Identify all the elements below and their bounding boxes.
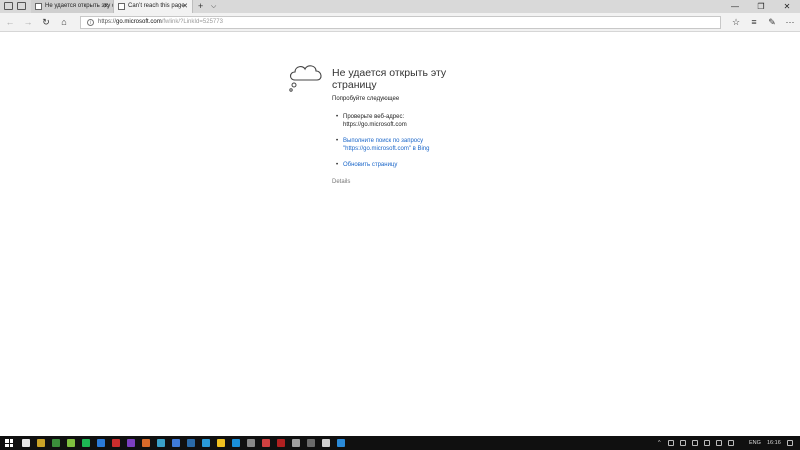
search-link-line-2: "https://go.microsoft.com" в Bing	[343, 146, 430, 152]
taskbar-app-icon[interactable]	[157, 439, 165, 447]
tab-preview-chevron-icon[interactable]: ⌵	[211, 0, 216, 13]
tabs-aside-icon[interactable]	[17, 2, 26, 10]
list-item: Проверьте веб-адрес: https://go.microsof…	[336, 113, 466, 129]
taskbar-app-icon[interactable]	[142, 439, 150, 447]
tray-app-icon[interactable]	[692, 440, 698, 446]
error-subtitle: Попробуйте следующее	[332, 96, 400, 102]
web-note-icon[interactable]: ✎	[763, 13, 781, 32]
notification-icon[interactable]	[728, 440, 734, 446]
language-indicator[interactable]: ENG	[749, 436, 761, 450]
address-bar[interactable]: i https://go.microsoft.com/fwlink/?LinkI…	[80, 16, 721, 29]
more-actions-icon[interactable]: ···	[781, 13, 799, 32]
clock[interactable]: 16:16	[767, 436, 781, 450]
tray-app-icon[interactable]	[680, 440, 686, 446]
page-favicon-icon	[35, 3, 42, 10]
refresh-page-link[interactable]: Обновить страницу	[343, 162, 397, 168]
maximize-button[interactable]: ❐	[748, 0, 774, 13]
taskbar-app-icon[interactable]	[67, 439, 75, 447]
taskbar-app-icon[interactable]	[307, 439, 315, 447]
minimize-button[interactable]: —	[722, 0, 748, 13]
url-scheme: https://	[98, 19, 117, 25]
taskbar-app-icon[interactable]	[232, 439, 240, 447]
tab-strip: Не удается открыть эту стр ✕ Can’t reach…	[0, 0, 800, 13]
taskbar-app-icon[interactable]	[322, 439, 330, 447]
taskbar-app-icon[interactable]	[52, 439, 60, 447]
list-item: Обновить страницу	[336, 161, 466, 169]
windows-start-icon[interactable]	[5, 439, 13, 447]
tab-inactive[interactable]: Не удается открыть эту стр ✕	[31, 0, 114, 13]
list-item: Выполните поиск по запросу "https://go.mi…	[336, 137, 466, 153]
back-button[interactable]: ←	[1, 13, 19, 32]
site-info-icon[interactable]: i	[87, 19, 94, 26]
check-address-label: Проверьте веб-адрес:	[343, 114, 405, 120]
network-icon[interactable]	[704, 440, 710, 446]
taskbar-app-icon[interactable]	[127, 439, 135, 447]
search-bing-link[interactable]: Выполните поиск по запросу "https://go.mi…	[343, 138, 429, 152]
taskbar-app-icon[interactable]	[292, 439, 300, 447]
home-button[interactable]: ⌂	[55, 13, 73, 32]
tab-title: Can’t reach this page	[128, 3, 185, 9]
search-link-line-1: Выполните поиск по запросу	[343, 138, 424, 144]
new-tab-button[interactable]: +	[198, 0, 203, 13]
navigation-bar: ← → ↻ ⌂ i https://go.microsoft.com/fwlin…	[0, 13, 800, 32]
favorites-star-icon[interactable]: ☆	[727, 13, 745, 32]
taskbar-app-icon[interactable]	[262, 439, 270, 447]
taskbar-app-icon[interactable]	[97, 439, 105, 447]
taskbar-app-icon[interactable]	[112, 439, 120, 447]
action-center-icon[interactable]	[787, 440, 793, 446]
tab-active[interactable]: Can’t reach this page ✕	[114, 0, 193, 13]
forward-button[interactable]: →	[19, 13, 37, 32]
details-toggle[interactable]: Details	[332, 179, 350, 185]
tab-close-icon[interactable]: ✕	[182, 0, 188, 13]
taskbar-app-icon[interactable]	[82, 439, 90, 447]
volume-icon[interactable]	[716, 440, 722, 446]
taskbar-app-icon[interactable]	[37, 439, 45, 447]
taskbar-app-icon[interactable]	[277, 439, 285, 447]
taskbar-app-icon[interactable]	[22, 439, 30, 447]
taskbar-app-icon[interactable]	[187, 439, 195, 447]
suggestion-list: Проверьте веб-адрес: https://go.microsof…	[336, 113, 466, 177]
thought-cloud-icon	[289, 65, 322, 92]
taskbar-app-icon[interactable]	[337, 439, 345, 447]
tray-app-icon[interactable]	[668, 440, 674, 446]
tab-close-icon[interactable]: ✕	[103, 0, 109, 13]
page-favicon-icon	[118, 3, 125, 10]
url-path: /fwlink/?LinkId=525773	[161, 19, 223, 25]
taskbar-app-icon[interactable]	[172, 439, 180, 447]
url-host: go.microsoft.com	[116, 19, 162, 25]
close-window-button[interactable]: ✕	[774, 0, 800, 13]
taskbar-app-icon[interactable]	[217, 439, 225, 447]
taskbar-app-icon[interactable]	[202, 439, 210, 447]
taskbar-app-icon[interactable]	[247, 439, 255, 447]
check-address-url: https://go.microsoft.com	[343, 122, 407, 128]
address-url[interactable]: https://go.microsoft.com/fwlink/?LinkId=…	[98, 17, 223, 28]
set-tabs-aside-icon[interactable]	[4, 2, 13, 10]
error-title: Не удается открыть эту страницу	[332, 67, 447, 91]
hub-icon[interactable]: ≡	[745, 13, 763, 32]
refresh-button[interactable]: ↻	[37, 13, 55, 32]
taskbar: ^ ENG 16:16	[0, 436, 800, 450]
tray-chevron-icon[interactable]: ^	[658, 436, 661, 450]
